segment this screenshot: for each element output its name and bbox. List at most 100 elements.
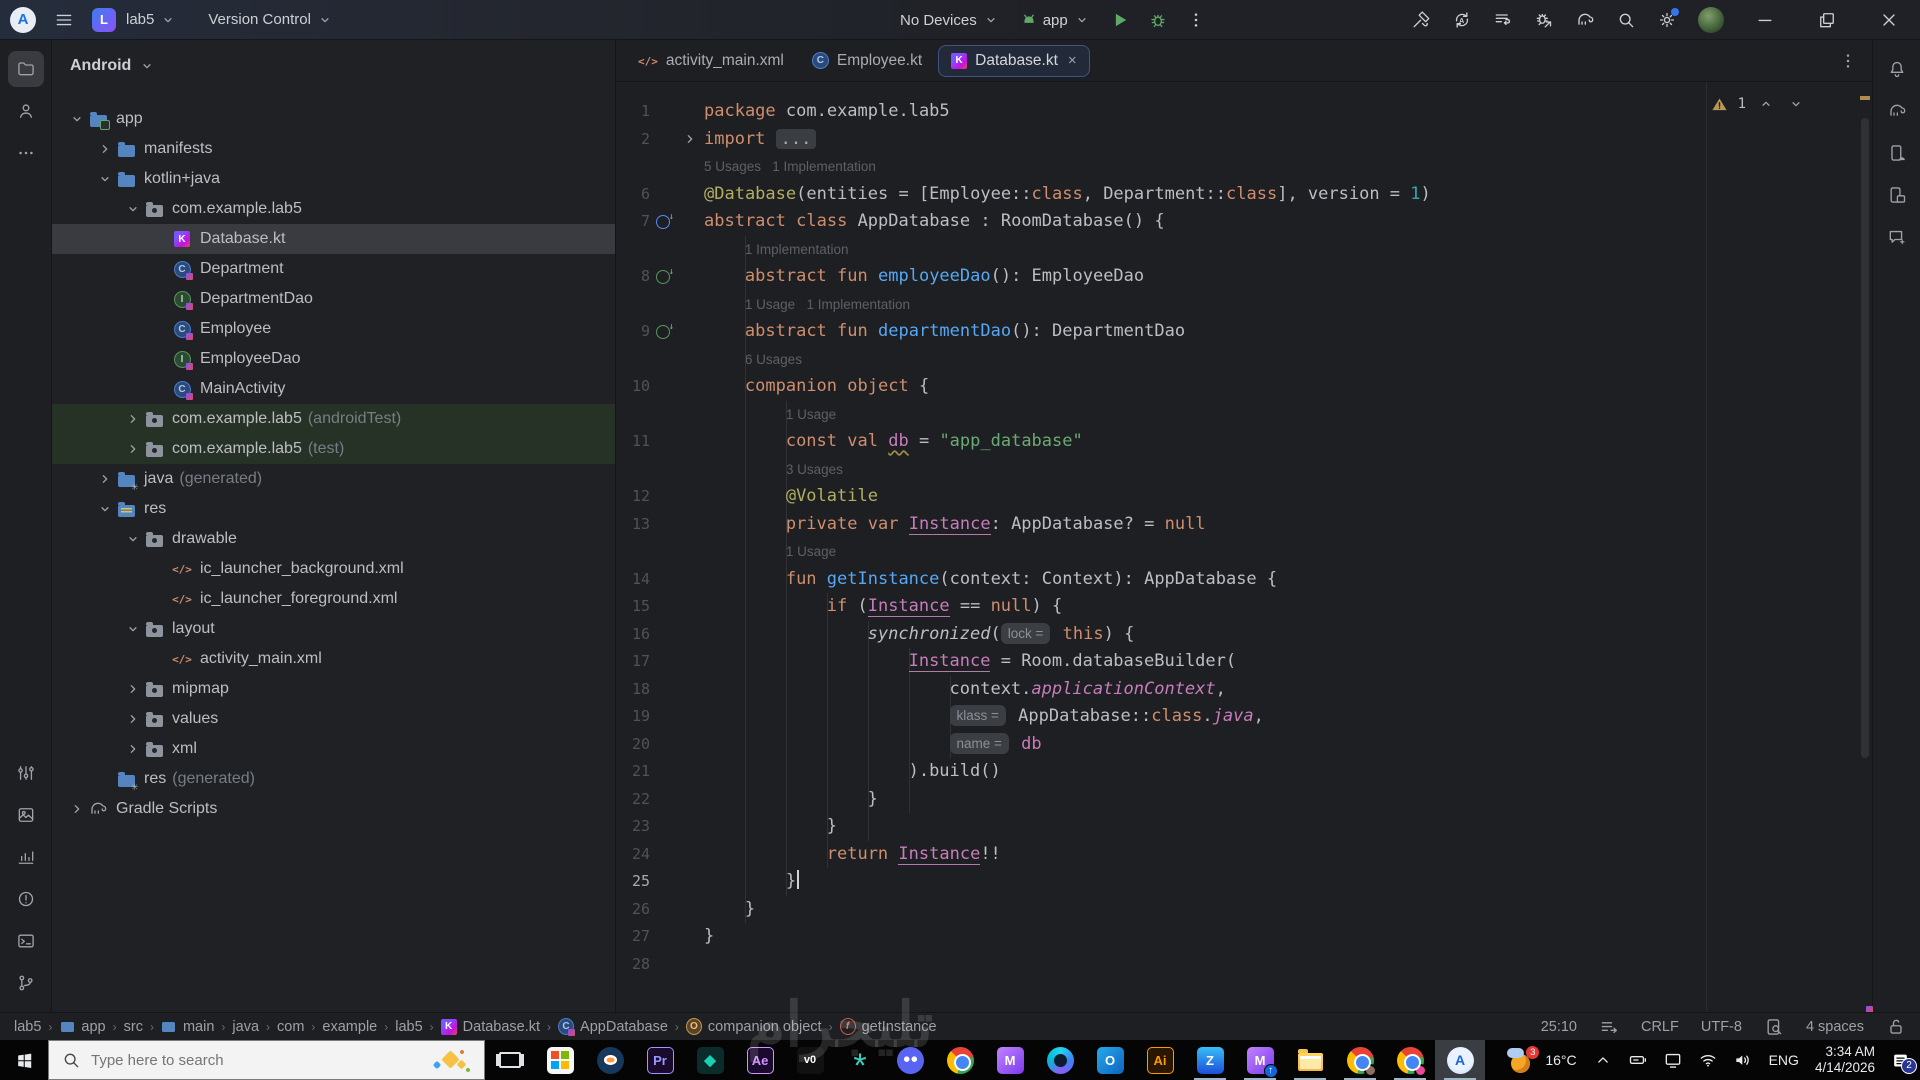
tree-expand-icon[interactable] <box>94 469 116 489</box>
tool-stripe-notifications[interactable] <box>1879 51 1915 87</box>
taskbar-app-m-updater-app[interactable]: M ↑ <box>1235 1040 1285 1080</box>
tool-stripe-build-variants[interactable] <box>8 755 44 791</box>
tree-item-employeedao[interactable]: I EmployeeDao <box>52 344 615 374</box>
tree-item-mipmap[interactable]: mipmap <box>52 674 615 704</box>
breadcrumb-item-app[interactable]: app <box>59 1019 106 1035</box>
tree-expand-icon[interactable] <box>122 709 144 729</box>
breadcrumb-item-database-kt[interactable]: K Database.kt <box>440 1018 540 1035</box>
tree-expand-icon[interactable] <box>66 799 88 819</box>
tool-stripe-project[interactable] <box>7 51 44 87</box>
search-input[interactable] <box>91 1051 341 1069</box>
taskbar-app-starburst[interactable]: * <box>835 1040 885 1080</box>
volume-icon[interactable] <box>1733 1050 1753 1070</box>
implementations-gutter-icon[interactable] <box>656 204 674 232</box>
breadcrumb-item-companion-object[interactable]: Ocompanion object <box>685 1018 822 1035</box>
tree-item-departmentdao[interactable]: I DepartmentDao <box>52 284 615 314</box>
breadcrumb-item-example[interactable]: example <box>322 1019 377 1035</box>
tree-item-res[interactable]: res (generated) <box>52 764 615 794</box>
tree-item-ic-launcher-background-xml[interactable]: </> ic_launcher_background.xml <box>52 554 615 584</box>
tab-database-kt[interactable]: K Database.kt × <box>938 44 1090 77</box>
taskbar-app-task-view[interactable] <box>485 1040 535 1080</box>
breadcrumb-item-getinstance[interactable]: f getInstance <box>839 1018 937 1035</box>
tool-stripe-more-tools[interactable] <box>8 135 44 171</box>
tree-expand-icon[interactable] <box>122 739 144 759</box>
code-editor[interactable]: 1 1 package com.example.lab5 2 import ... 5 … <box>616 82 1872 1012</box>
clock[interactable]: 3:34 AM 4/14/2026 <box>1815 1044 1875 1076</box>
taskbar-app-chrome-profile-2[interactable] <box>1385 1040 1435 1080</box>
tree-item-layout[interactable]: layout <box>52 614 615 644</box>
tree-collapse-icon[interactable] <box>94 169 116 189</box>
tree-item-res[interactable]: res <box>52 494 615 524</box>
tree-collapse-icon[interactable] <box>122 529 144 549</box>
wifi-icon[interactable] <box>1698 1050 1718 1070</box>
taskbar-app-filmora[interactable]: ◆ <box>685 1040 735 1080</box>
taskbar-app-blender[interactable] <box>585 1040 635 1080</box>
taskbar-app-chrome-profile-1[interactable] <box>1335 1040 1385 1080</box>
breadcrumb-item-lab5[interactable]: lab5 <box>14 1019 41 1035</box>
tree-expand-icon[interactable] <box>122 439 144 459</box>
battery-icon[interactable] <box>1628 1050 1648 1070</box>
sync-project-icon[interactable]: A <box>1452 10 1472 30</box>
cast-icon[interactable] <box>1663 1050 1683 1070</box>
tree-collapse-icon[interactable] <box>66 109 88 129</box>
tree-item-kotlin-java[interactable]: kotlin+java <box>52 164 615 194</box>
tool-stripe-problems[interactable] <box>8 881 44 917</box>
usage-hint[interactable]: 6 Usages <box>616 346 1872 374</box>
breadcrumb-item-main[interactable]: main <box>161 1019 214 1035</box>
tool-stripe-gemini[interactable] <box>1879 219 1915 255</box>
breadcrumb-item-lab5[interactable]: lab5 <box>395 1019 422 1035</box>
close-button[interactable] <box>1858 0 1920 40</box>
tree-item-manifests[interactable]: manifests <box>52 134 615 164</box>
taskbar-app-premiere-pro[interactable]: Pr <box>635 1040 685 1080</box>
tool-stripe-terminal[interactable] <box>8 923 44 959</box>
usage-hint[interactable]: 1 Implementation <box>616 236 1872 264</box>
usage-hint[interactable]: 5 Usages 1 Implementation <box>616 153 1872 181</box>
tree-collapse-icon[interactable] <box>122 619 144 639</box>
usage-hint[interactable]: 1 Usage 1 Implementation <box>616 291 1872 319</box>
implemented-gutter-icon[interactable] <box>656 259 674 287</box>
tree-item-xml[interactable]: xml <box>52 734 615 764</box>
breadcrumb-item-com[interactable]: com <box>277 1019 304 1035</box>
tree-item-employee[interactable]: C Employee <box>52 314 615 344</box>
profiler-icon[interactable] <box>1534 10 1554 30</box>
usage-hint[interactable]: 1 Usage <box>616 401 1872 429</box>
tool-stripe-gradle[interactable] <box>1879 93 1915 129</box>
search-everywhere-icon[interactable] <box>1616 10 1636 30</box>
tree-expand-icon[interactable] <box>94 139 116 159</box>
taskbar-app-file-explorer[interactable] <box>1285 1040 1335 1080</box>
run-button[interactable] <box>1110 10 1130 30</box>
breadcrumb-item-java[interactable]: java <box>232 1019 259 1035</box>
tree-item-ic-launcher-foreground-xml[interactable]: </> ic_launcher_foreground.xml <box>52 584 615 614</box>
tool-stripe-version-control[interactable] <box>8 965 44 1001</box>
breadcrumb-item-appdatabase[interactable]: C AppDatabase <box>558 1018 668 1035</box>
taskbar-app-chrome[interactable] <box>935 1040 985 1080</box>
tool-stripe-commit[interactable] <box>8 93 44 129</box>
tree-item-java[interactable]: java (generated) <box>52 464 615 494</box>
tab-options-icon[interactable] <box>1838 51 1858 71</box>
weather-widget[interactable]: 3 16°C <box>1507 1046 1577 1074</box>
tree-collapse-icon[interactable] <box>94 499 116 519</box>
inspect-file[interactable] <box>1764 1017 1784 1037</box>
tab-employee-kt[interactable]: C Employee.kt <box>800 45 934 77</box>
caret-position[interactable]: 25:10 <box>1541 1019 1577 1035</box>
taskbar-app-purple-m-app[interactable]: M <box>985 1040 1035 1080</box>
encoding[interactable]: UTF-8 <box>1701 1019 1742 1035</box>
project-widget[interactable]: L lab5 <box>92 7 178 32</box>
tool-stripe-app-quality-insights[interactable] <box>8 839 44 875</box>
start-button[interactable] <box>0 1040 48 1080</box>
tree-expand-icon[interactable] <box>122 679 144 699</box>
tree-item-mainactivity[interactable]: C MainActivity <box>52 374 615 404</box>
tree-item-database-kt[interactable]: K Database.kt <box>52 224 615 254</box>
run-configuration[interactable]: app <box>1019 10 1092 30</box>
device-selector[interactable]: No Devices <box>900 10 1001 30</box>
taskbar-app-microsoft-store[interactable] <box>535 1040 585 1080</box>
taskbar-app-copilot[interactable] <box>1035 1040 1085 1080</box>
tree-item-com-example-lab5[interactable]: com.example.lab5 (test) <box>52 434 615 464</box>
taskbar-app-after-effects[interactable]: Ae <box>735 1040 785 1080</box>
maximize-button[interactable] <box>1796 0 1858 40</box>
minimize-button[interactable] <box>1734 0 1796 40</box>
implemented-gutter-icon[interactable] <box>656 314 674 342</box>
tree-item-drawable[interactable]: drawable <box>52 524 615 554</box>
taskbar-app-blue-z-app[interactable]: Z <box>1185 1040 1235 1080</box>
file-lock[interactable] <box>1886 1017 1906 1037</box>
